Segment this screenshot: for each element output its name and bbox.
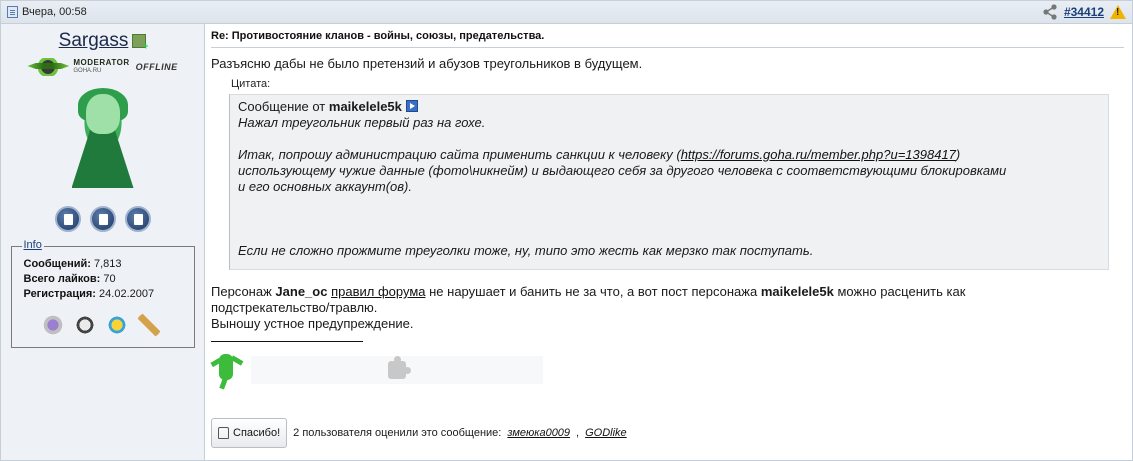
quote-line-5: Если не сложно прожмите треуголки тоже, …	[238, 243, 814, 258]
user-info-box: Info Сообщений: 7,813 Всего лайков: 70 Р…	[10, 239, 195, 348]
post-content: Re: Противостояние кланов - войны, союзы…	[205, 24, 1132, 460]
thanks-user-1[interactable]: змеюка0009	[507, 427, 570, 439]
quote-line-1: Нажал треугольник первый раз на гохе.	[238, 115, 486, 130]
signature-divider	[211, 341, 363, 342]
reply-part-1: Персонаж	[211, 284, 272, 299]
user-posts-icon[interactable]	[124, 206, 151, 232]
messages-value: 7,813	[93, 258, 122, 270]
report-warning-icon[interactable]: !	[1110, 5, 1126, 19]
share-icon[interactable]	[1042, 4, 1058, 20]
avatar-face	[85, 94, 120, 134]
post-header: Вчера, 00:58 #34412 !	[1, 1, 1132, 24]
moderator-title: MODERATOR	[73, 58, 130, 67]
thanks-user-2[interactable]: GODlike	[585, 427, 627, 439]
moderator-badge-text: MODERATOR GOHA.RU	[73, 58, 129, 76]
moderator-badge: MODERATOR GOHA.RU	[27, 58, 129, 76]
reply-line-2: подстрекательство/травлю.	[211, 300, 378, 315]
reply-part-2: не нарушает и банить не за что, а вот по…	[429, 284, 758, 299]
moderator-site: GOHA.RU	[73, 68, 102, 74]
cactuar-icon	[210, 350, 247, 390]
view-post-arrow-icon[interactable]	[405, 100, 418, 112]
post-title: Re: Противостояние кланов - войны, союзы…	[211, 30, 1124, 48]
user-badges: MODERATOR GOHA.RU OFFLINE	[27, 58, 177, 76]
post-date-text: Вчера, 00:58	[22, 6, 87, 18]
thanks-button[interactable]: Спасибо!	[211, 418, 288, 448]
thanks-row: Спасибо! 2 пользователя оценили это сооб…	[211, 418, 627, 448]
avatar[interactable]	[59, 88, 146, 188]
registration-value: 24.02.2007	[99, 288, 155, 300]
user-sidebar: Sargass MODERATOR GOHA.RU OFFLINE	[1, 24, 205, 460]
info-registration: Регистрация: 24.02.2007	[24, 287, 184, 302]
messages-label: Сообщений:	[23, 258, 91, 270]
thumbs-up-icon	[218, 427, 229, 439]
username-row: Sargass	[59, 30, 149, 52]
quote-line-3: использующему чужие данные (фото\никнейм…	[238, 163, 1007, 178]
user-awards	[39, 312, 184, 338]
likes-label: Всего лайков:	[23, 273, 101, 285]
warning-mark: !	[1116, 7, 1120, 18]
quote-line-2-post: )	[955, 147, 961, 162]
avatar-figure	[71, 130, 134, 188]
quote-line-2: Итак, попрошу администрацию сайта примен…	[238, 147, 1100, 163]
info-title: Info	[21, 239, 44, 251]
post-date: Вчера, 00:58	[7, 6, 87, 18]
thanks-button-label: Спасибо!	[233, 427, 281, 439]
signature-plugin-placeholder	[251, 356, 543, 384]
member-profile-link[interactable]: https://forums.goha.ru/member.php?u=1398…	[681, 147, 956, 162]
signature	[210, 348, 1124, 392]
award-sword-icon[interactable]	[135, 312, 162, 338]
user-action-icons	[54, 206, 151, 232]
info-likes: Всего лайков: 70	[24, 272, 184, 287]
reply-line-3: Выношу устное предупреждение.	[211, 316, 414, 331]
moderator-logo-icon	[27, 58, 70, 76]
quote-line-2-pre: Итак, попрошу администрацию сайта примен…	[238, 147, 681, 162]
post-message: Разъясню дабы не было претензий и абузов…	[210, 48, 1124, 392]
quote-label: Цитата:	[231, 78, 271, 90]
post-number-link[interactable]: #34412	[1064, 5, 1104, 19]
online-status: OFFLINE	[135, 62, 178, 72]
reply-user-1: Jane_oc	[275, 284, 328, 299]
quote-from: Сообщение от maikelele5k	[238, 99, 1100, 115]
puzzle-icon	[388, 356, 411, 379]
thanks-separator: ,	[576, 427, 580, 439]
registration-label: Регистрация:	[23, 288, 96, 300]
reply-line-1: Персонаж Jane_oc правил форума не наруша…	[211, 284, 1124, 300]
post-icon	[7, 6, 18, 18]
private-message-icon[interactable]	[89, 206, 116, 232]
quote-from-prefix: Сообщение от	[238, 99, 326, 114]
post-body: Sargass MODERATOR GOHA.RU OFFLINE	[1, 24, 1132, 460]
username-link[interactable]: Sargass	[59, 30, 129, 52]
award-shield-icon[interactable]	[39, 312, 66, 338]
award-skull-icon[interactable]	[71, 312, 98, 338]
likes-value: 70	[103, 273, 116, 285]
moderator-reply: Персонаж Jane_oc правил форума не наруша…	[211, 284, 1124, 332]
quote-line-4: и его основных аккаунт(ов).	[238, 179, 412, 194]
quote-block: Сообщение от maikelele5k Нажал треугольн…	[229, 94, 1109, 270]
thanks-text: 2 пользователя оценили это сообщение:	[293, 427, 502, 439]
quote-author: maikelele5k	[328, 99, 402, 114]
forum-rules-link[interactable]: правил форума	[331, 284, 425, 299]
profile-icon[interactable]	[54, 206, 81, 232]
post-header-actions: #34412 !	[1042, 4, 1126, 20]
info-messages: Сообщений: 7,813	[24, 257, 184, 272]
message-intro: Разъясню дабы не было претензий и абузов…	[211, 56, 643, 71]
award-lightbulb-icon[interactable]	[103, 312, 130, 338]
forum-post: Вчера, 00:58 #34412 ! Sargass MODERATOR …	[0, 0, 1133, 461]
reply-user-2: maikelele5k	[760, 284, 834, 299]
reply-part-3: можно расценить как	[837, 284, 966, 299]
add-contact-icon[interactable]	[132, 34, 148, 51]
